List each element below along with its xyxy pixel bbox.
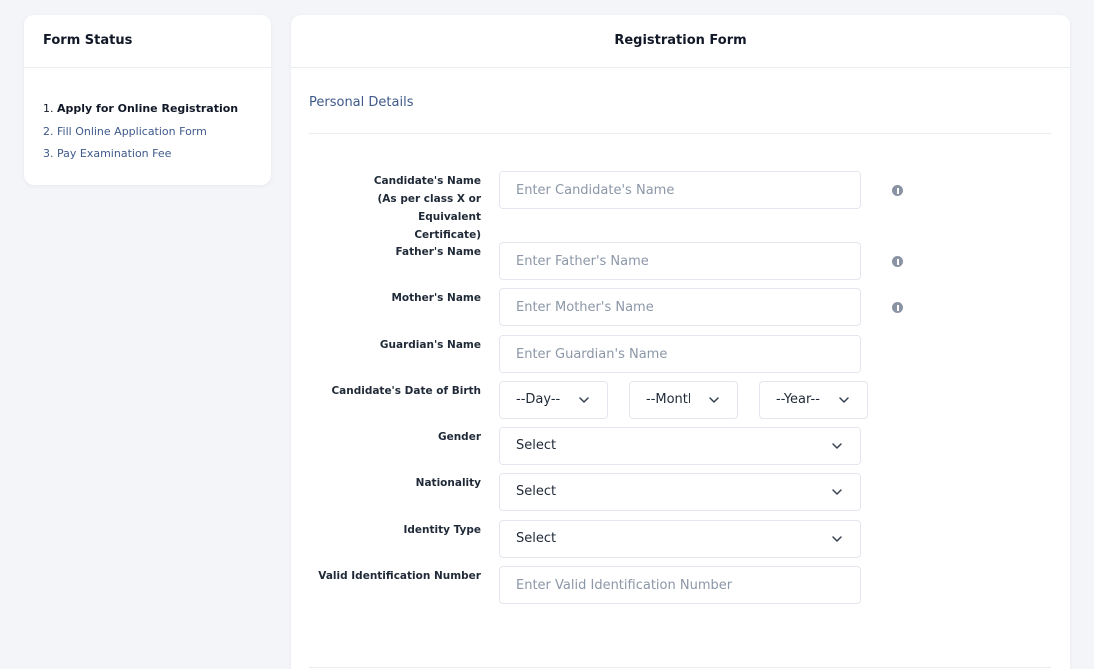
guardian-name-input[interactable] [499, 335, 861, 373]
guardian-name-label: Guardian's Name [379, 339, 481, 351]
identity-type-select[interactable]: Select [499, 520, 861, 558]
dob-day-select[interactable]: --Day-- [499, 381, 608, 419]
step-label: Pay Examination Fee [57, 147, 172, 160]
nationality-label: Nationality [415, 477, 481, 489]
candidate-name-label-line2: (As per class X or Equivalent [377, 193, 481, 223]
dob-month-value: --Month-- [646, 392, 690, 407]
chevron-down-icon [579, 397, 589, 403]
info-icon[interactable] [892, 185, 903, 196]
candidate-name-input[interactable] [499, 171, 861, 209]
step-number: 3. [43, 147, 54, 160]
step-number: 1. [43, 102, 54, 115]
form-status-steps: 1. Apply for Online Registration 2. Fill… [24, 68, 271, 166]
dob-label: Candidate's Date of Birth [331, 385, 481, 397]
chevron-down-icon [839, 397, 849, 403]
chevron-down-icon [832, 489, 842, 495]
step-label: Apply for Online Registration [57, 102, 239, 115]
mother-name-input[interactable] [499, 288, 861, 326]
gender-label: Gender [437, 431, 481, 443]
candidate-name-label-line3: Certificate) [414, 229, 481, 241]
dob-year-select[interactable]: --Year-- [759, 381, 868, 419]
section-title-personal-details: Personal Details [309, 95, 414, 110]
dob-month-select[interactable]: --Month-- [629, 381, 738, 419]
nationality-select[interactable]: Select [499, 473, 861, 511]
candidate-name-label-line1: Candidate's Name [373, 175, 481, 187]
registration-form-card: Registration Form Personal Details Candi… [291, 15, 1070, 669]
registration-form-title: Registration Form [291, 15, 1070, 68]
chevron-down-icon [832, 536, 842, 542]
form-status-card: Form Status 1. Apply for Online Registra… [24, 15, 271, 185]
gender-select-value: Select [516, 438, 557, 453]
form-status-title: Form Status [24, 15, 271, 68]
chevron-down-icon [709, 397, 719, 403]
nationality-select-value: Select [516, 484, 557, 499]
gender-select[interactable]: Select [499, 427, 861, 465]
step-number: 2. [43, 124, 54, 138]
father-name-input[interactable] [499, 242, 861, 280]
section-divider [309, 133, 1051, 134]
dob-year-value: --Year-- [776, 392, 820, 407]
status-step-1: 1. Apply for Online Registration [43, 98, 271, 121]
identity-type-label: Identity Type [403, 524, 481, 536]
id-number-input[interactable] [499, 566, 861, 604]
dob-day-value: --Day-- [516, 392, 561, 407]
id-number-label: Valid Identification Number [318, 570, 481, 582]
candidate-name-label: Candidate's Name (As per class X or Equi… [311, 172, 481, 244]
identity-type-select-value: Select [516, 531, 557, 546]
info-icon[interactable] [892, 302, 903, 313]
bottom-divider [309, 667, 1051, 668]
step-label: Fill Online Application Form [57, 124, 207, 138]
father-name-label: Father's Name [395, 246, 482, 258]
info-icon[interactable] [892, 256, 903, 267]
status-step-2: 2. Fill Online Application Form [43, 121, 271, 144]
status-step-3: 3. Pay Examination Fee [43, 143, 271, 166]
mother-name-label: Mother's Name [391, 292, 481, 304]
chevron-down-icon [832, 443, 842, 449]
